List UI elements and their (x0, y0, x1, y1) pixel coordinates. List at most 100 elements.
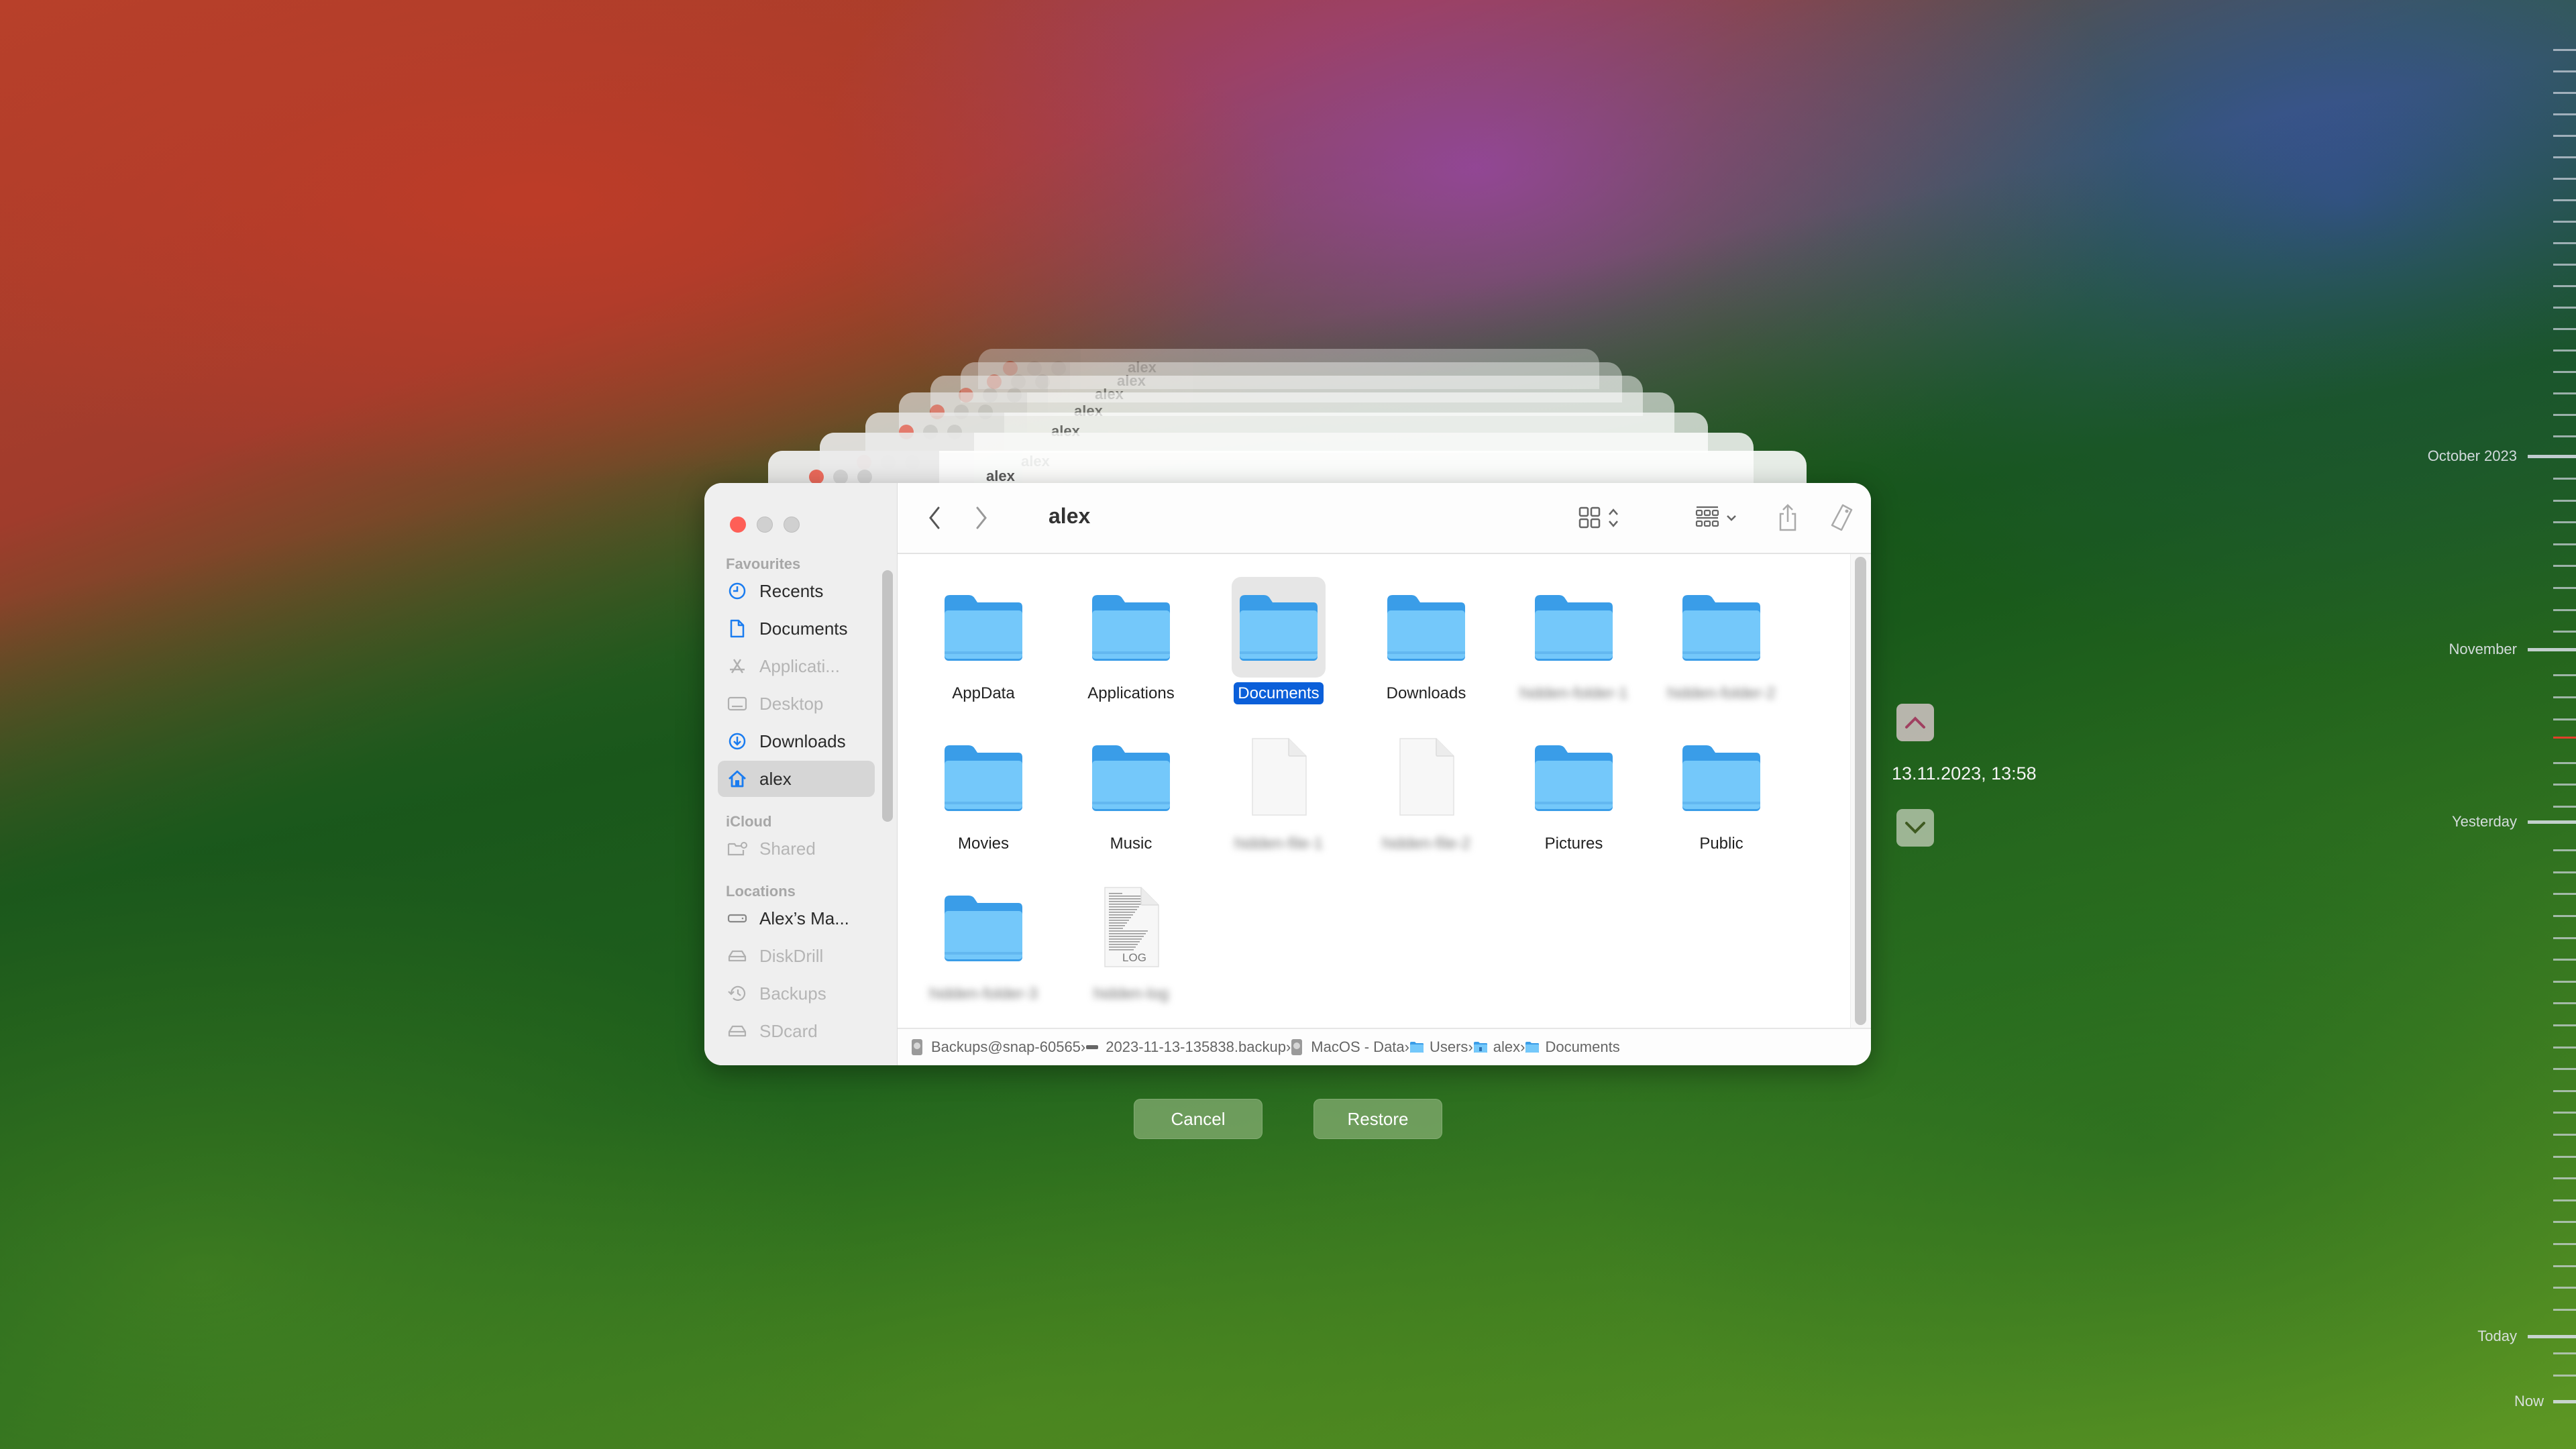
restore-button[interactable]: Restore (1313, 1099, 1442, 1139)
timeline-tick[interactable] (2528, 1335, 2576, 1338)
zoom-window-button[interactable] (784, 517, 800, 533)
folder-item[interactable]: AppData (913, 577, 1054, 718)
view-mode-button[interactable] (1572, 503, 1625, 533)
timeline-tick[interactable] (2553, 981, 2576, 983)
sidebar-item-diskdrill[interactable]: DiskDrill (718, 938, 875, 974)
folder-item[interactable]: hidden-folder-2 (1651, 577, 1792, 718)
timeline-current-marker[interactable] (2553, 737, 2576, 739)
forward-button[interactable] (971, 503, 991, 533)
timeline-tick[interactable] (2553, 521, 2576, 523)
timeline-tick[interactable] (2553, 392, 2576, 394)
sidebar-scrollbar[interactable] (882, 570, 893, 822)
timeline-tick[interactable] (2553, 371, 2576, 373)
timeline-tick[interactable] (2553, 1002, 2576, 1004)
timeline-tick[interactable] (2553, 178, 2576, 180)
timeline-tick[interactable] (2553, 1221, 2576, 1223)
timeline-label[interactable]: Now (2514, 1393, 2544, 1410)
timeline-tick[interactable] (2553, 1156, 2576, 1158)
timeline-tick[interactable] (2553, 718, 2576, 720)
timeline-tick[interactable] (2528, 648, 2576, 651)
timeline-tick[interactable] (2553, 328, 2576, 330)
timeline-tick[interactable] (2553, 1243, 2576, 1245)
timeline-tick[interactable] (2553, 307, 2576, 309)
timeline-tick[interactable] (2553, 113, 2576, 115)
timeline-tick[interactable] (2553, 631, 2576, 633)
folder-item[interactable]: Movies (913, 727, 1054, 868)
group-button[interactable] (1689, 503, 1743, 533)
timeline-tick[interactable] (2553, 221, 2576, 223)
path-crumb[interactable]: alex (1473, 1038, 1520, 1056)
timeline-tick[interactable] (2553, 587, 2576, 589)
timeline-label[interactable]: November (2449, 641, 2517, 658)
timeline-tick[interactable] (2553, 435, 2576, 437)
sidebar-item-sdcard[interactable]: SDcard (718, 1013, 875, 1049)
back-button[interactable] (924, 503, 945, 533)
timeline-tick[interactable] (2553, 285, 2576, 287)
timeline-tick[interactable] (2553, 1134, 2576, 1136)
sidebar-item-downloads[interactable]: Downloads (718, 723, 875, 759)
path-crumb[interactable]: Backups@snap-60565 (911, 1038, 1081, 1056)
timeline-tick[interactable] (2553, 500, 2576, 502)
timeline-tick[interactable] (2553, 806, 2576, 808)
timeline-tick[interactable] (2553, 893, 2576, 895)
timeline-tick[interactable] (2553, 156, 2576, 158)
timeline-label[interactable]: Yesterday (2452, 813, 2517, 830)
timeline-tick[interactable] (2553, 849, 2576, 851)
tag-button[interactable] (1827, 503, 1856, 533)
folder-item[interactable]: Applications (1061, 577, 1201, 718)
share-button[interactable] (1774, 503, 1801, 533)
timeline-tick[interactable] (2528, 820, 2576, 824)
content-scrollbar-thumb[interactable] (1855, 557, 1866, 1025)
sidebar-item-applicati[interactable]: Applicati... (718, 648, 875, 684)
timeline-tick[interactable] (2553, 1400, 2576, 1403)
timeline-label[interactable]: October 2023 (2428, 447, 2517, 465)
folder-item[interactable]: Music (1061, 727, 1201, 868)
minimize-window-button[interactable] (757, 517, 773, 533)
timeline-tick[interactable] (2553, 959, 2576, 961)
timeline-tick[interactable] (2553, 1112, 2576, 1114)
timeline-tick[interactable] (2553, 414, 2576, 416)
file-item[interactable]: hidden-file-1 (1208, 727, 1349, 868)
sidebar-item-documents[interactable]: Documents (718, 610, 875, 647)
timeline-tick[interactable] (2553, 871, 2576, 873)
sidebar-item-desktop[interactable]: Desktop (718, 686, 875, 722)
folder-item[interactable]: Documents (1208, 577, 1349, 718)
close-window-button[interactable] (730, 517, 746, 533)
path-crumb[interactable]: Users (1409, 1038, 1468, 1056)
timeline-tick[interactable] (2553, 49, 2576, 51)
folder-item[interactable]: hidden-folder-3 (913, 877, 1054, 1018)
file-item[interactable]: LOG hidden-log (1061, 877, 1201, 1018)
timeline-tick[interactable] (2553, 937, 2576, 939)
timeline-tick[interactable] (2553, 1265, 2576, 1267)
timeline-tick[interactable] (2553, 565, 2576, 567)
timeline-tick[interactable] (2553, 674, 2576, 676)
timeline-tick[interactable] (2553, 1024, 2576, 1026)
timeline-tick[interactable] (2553, 242, 2576, 244)
timeline-tick[interactable] (2553, 543, 2576, 545)
timeline-tick[interactable] (2553, 478, 2576, 480)
cancel-button[interactable]: Cancel (1134, 1099, 1263, 1139)
folder-item[interactable]: Public (1651, 727, 1792, 868)
path-crumb[interactable]: Documents (1525, 1038, 1620, 1056)
sidebar-item-backups[interactable]: Backups (718, 975, 875, 1012)
sidebar-item-alex[interactable]: alex (718, 761, 875, 797)
folder-item[interactable]: Downloads (1356, 577, 1497, 718)
timeline-tick[interactable] (2553, 915, 2576, 917)
timeline-tick[interactable] (2553, 1287, 2576, 1289)
timeline-tick[interactable] (2528, 455, 2576, 458)
sidebar-item-recents[interactable]: Recents (718, 573, 875, 609)
timeline-tick[interactable] (2553, 696, 2576, 698)
folder-item[interactable]: Pictures (1503, 727, 1644, 868)
timeline-tick[interactable] (2553, 762, 2576, 764)
timeline-tick[interactable] (2553, 1068, 2576, 1070)
timeline-tick[interactable] (2553, 135, 2576, 137)
timeline-tick[interactable] (2553, 350, 2576, 352)
timeline-tick[interactable] (2553, 784, 2576, 786)
timeline-tick[interactable] (2553, 1352, 2576, 1354)
timeline-tick[interactable] (2553, 199, 2576, 201)
timeline-tick[interactable] (2553, 92, 2576, 94)
file-item[interactable]: hidden-file-2 (1356, 727, 1497, 868)
sidebar-item-shared[interactable]: Shared (718, 830, 875, 867)
timeline-tick[interactable] (2553, 70, 2576, 72)
timeline-tick[interactable] (2553, 1375, 2576, 1377)
